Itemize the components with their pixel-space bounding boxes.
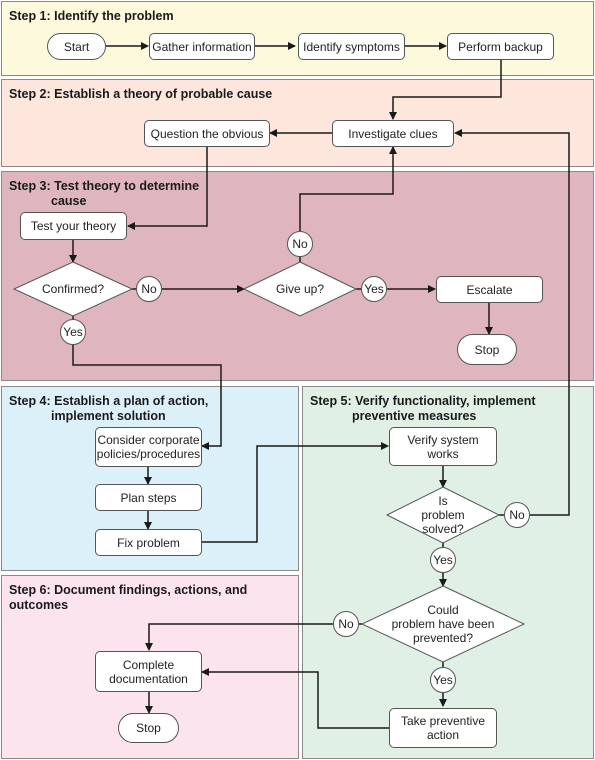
node-identify-symptoms-label: Identify symptoms <box>303 39 400 54</box>
node-take-preventive[interactable]: Take preventive action <box>389 708 497 748</box>
node-perform-backup-label: Perform backup <box>458 39 543 54</box>
label-confirmed-yes: Yes <box>60 319 86 345</box>
arrow-backup-to-investigate <box>389 60 502 120</box>
node-plan-steps-label: Plan steps <box>120 490 177 505</box>
label-prevent-no: No <box>333 611 359 637</box>
node-verify-system-line1: Verify system <box>407 432 479 447</box>
diamond-could-prevent-line1: Could <box>427 603 459 617</box>
node-stop-step6[interactable]: Stop <box>118 713 179 743</box>
node-verify-system-line2: works <box>427 446 459 461</box>
flow-connectors <box>12 42 570 729</box>
node-identify-symptoms[interactable]: Identify symptoms <box>298 33 405 60</box>
node-consider-policies-line1: Consider corporate <box>97 433 200 447</box>
label-solved-no: No <box>504 502 530 528</box>
node-gather-information-label: Gather information <box>152 39 252 54</box>
diamond-give-up-text[interactable]: Give up? <box>250 279 350 299</box>
diamond-is-solved-line3: solved? <box>422 522 464 536</box>
arrow-no-to-investigate <box>299 146 397 231</box>
label-giveup-yes: Yes <box>361 276 387 302</box>
node-start-label: Start <box>63 39 90 54</box>
node-stop-step3[interactable]: Stop <box>457 334 517 365</box>
node-escalate[interactable]: Escalate <box>436 276 543 303</box>
diamond-confirmed-text[interactable]: Confirmed? <box>20 279 126 299</box>
node-escalate-label: Escalate <box>466 282 513 297</box>
node-perform-backup[interactable]: Perform backup <box>447 33 554 60</box>
diamond-could-prevent-line2: problem have been <box>391 617 495 631</box>
node-take-preventive-line1: Take preventive <box>400 714 486 728</box>
diamond-is-solved-line2: problem <box>421 508 465 522</box>
label-solved-yes: Yes <box>430 547 456 573</box>
node-verify-system[interactable]: Verify system works <box>389 427 497 466</box>
node-question-obvious[interactable]: Question the obvious <box>144 120 270 147</box>
node-investigate-clues[interactable]: Investigate clues <box>332 120 454 147</box>
node-complete-documentation-line2: documentation <box>109 671 188 686</box>
node-start[interactable]: Start <box>47 33 106 60</box>
node-fix-problem-label: Fix problem <box>117 535 180 550</box>
arrow-question-to-test <box>127 147 208 230</box>
node-take-preventive-line2: action <box>426 728 460 742</box>
node-test-theory-label: Test your theory <box>30 219 117 233</box>
node-test-theory[interactable]: Test your theory <box>20 212 127 240</box>
label-confirmed-no: No <box>136 276 162 302</box>
label-giveup-no: No <box>287 231 313 257</box>
diamond-is-solved-text[interactable]: Is problem solved? <box>403 493 483 537</box>
diamond-could-prevent-line3: prevented? <box>412 631 474 645</box>
node-gather-information[interactable]: Gather information <box>149 33 255 60</box>
node-question-obvious-label: Question the obvious <box>150 126 264 141</box>
node-plan-steps[interactable]: Plan steps <box>95 484 202 511</box>
node-consider-policies-line2: policies/procedures <box>96 447 201 461</box>
label-prevent-yes: Yes <box>430 667 456 693</box>
node-stop-step6-label: Stop <box>136 721 161 735</box>
arrow-take-to-complete <box>201 668 389 729</box>
diamond-could-prevent-text[interactable]: Could problem have been prevented? <box>383 602 503 646</box>
node-investigate-clues-label: Investigate clues <box>348 126 438 141</box>
arrow-fix-to-verify <box>202 442 389 543</box>
node-stop-step3-label: Stop <box>474 342 500 357</box>
arrow-no-to-complete <box>145 623 333 651</box>
node-complete-documentation[interactable]: Complete documentation <box>95 651 202 692</box>
node-complete-documentation-line1: Complete <box>122 657 175 672</box>
node-fix-problem[interactable]: Fix problem <box>95 529 202 556</box>
diamond-is-solved-line1: Is <box>438 494 448 508</box>
node-consider-policies[interactable]: Consider corporate policies/procedures <box>95 427 202 467</box>
